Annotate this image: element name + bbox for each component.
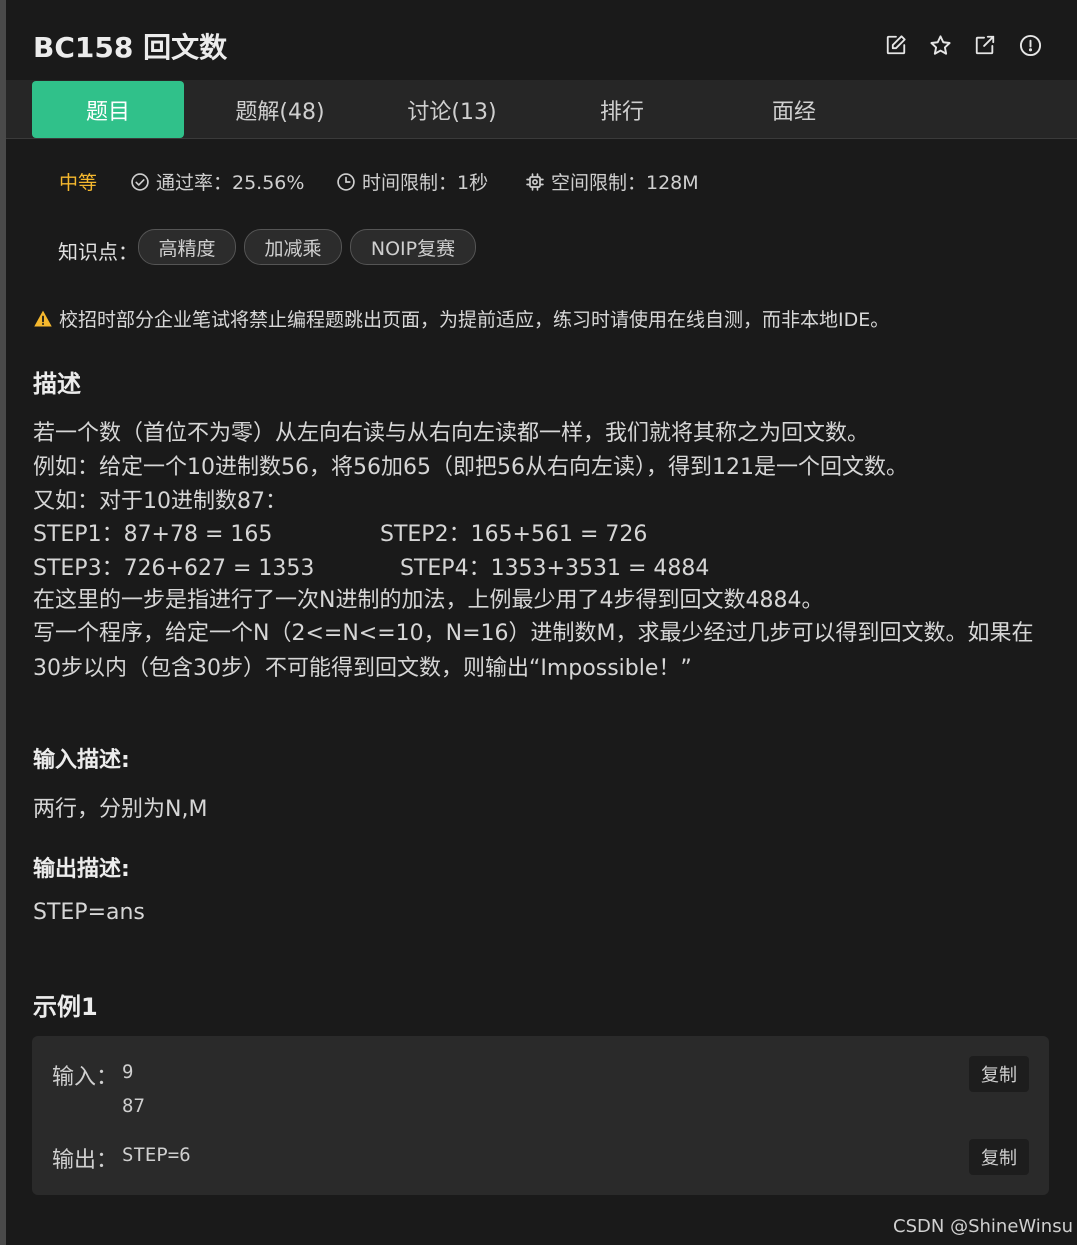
edit-icon[interactable] [883,32,909,58]
tag-arithmetic[interactable]: 加减乘 [244,229,342,265]
time-limit: 时间限制：1秒 [336,168,488,195]
example-input-line-1: 9 [122,1061,134,1083]
description-step-2: STEP2：165+561 = 726 [380,522,648,547]
description-line-2: 例如：给定一个10进制数56，将56加65（即把56从右向左读），得到121是一… [33,455,908,480]
example-box: 输入： 9 87 复制 输出： STEP=6 复制 [32,1036,1049,1195]
input-description-title: 输入描述: [33,748,130,773]
tag-high-precision[interactable]: 高精度 [138,229,236,265]
example-output-value: STEP=6 [122,1144,191,1166]
clock-icon [336,172,356,192]
tab-interview[interactable]: 面经 [718,81,870,138]
warning-icon [33,309,53,329]
copy-input-button[interactable]: 复制 [969,1056,1029,1092]
star-icon[interactable] [927,32,953,58]
tab-problem[interactable]: 题目 [32,81,184,138]
problem-title: BC158 回文数 [33,31,228,64]
description-line-1: 若一个数（首位不为零）从左向右读与从右向左读都一样，我们就将其称之为回文数。 [33,421,870,446]
output-description-text: STEP=ans [33,900,145,925]
description-step-4: STEP4：1353+3531 = 4884 [400,556,710,581]
example-title: 示例1 [33,993,98,1021]
description-line-3: 又如：对于10进制数87： [33,489,287,514]
time-limit-text: 时间限制：1秒 [362,172,489,194]
check-circle-icon [130,172,150,192]
tab-solutions[interactable]: 题解(48) [204,81,356,138]
tag-noip[interactable]: NOIP复赛 [350,229,476,265]
problem-panel: BC158 回文数 题目 题解(48) 讨论(13) 排行 面经 中等 通过率：… [6,0,1077,1245]
space-limit: 空间限制：128M [525,168,699,195]
warning-text: 校招时部分企业笔试将禁止编程题跳出页面，为提前适应，练习时请使用在线自测，而非本… [59,309,890,331]
report-icon[interactable] [1017,32,1043,58]
tab-discussion[interactable]: 讨论(13) [376,81,528,138]
description-step-3: STEP3：726+627 = 1353 [33,556,315,581]
anti-cheat-warning: 校招时部分企业笔试将禁止编程题跳出页面，为提前适应，练习时请使用在线自测，而非本… [33,305,889,332]
description-title: 描述 [33,370,81,398]
description-line-5: 在这里的一步是指进行了一次N进制的加法，上例最少用了4步得到回文数4884。 [33,588,824,613]
example-output-label: 输出： [52,1148,119,1173]
pass-rate-text: 通过率：25.56% [156,172,305,194]
share-icon[interactable] [972,32,998,58]
description-line-6: 写一个程序，给定一个N（2<=N<=10，N=16）进制数M，求最少经过几步可以… [33,621,1034,646]
copy-output-button[interactable]: 复制 [969,1139,1029,1175]
description-line-7: 30步以内（包含30步）不可能得到回文数，则输出“Impossible！” [33,656,692,681]
problem-header: BC158 回文数 [6,0,1077,80]
tab-bar: 题目 题解(48) 讨论(13) 排行 面经 [6,80,1077,139]
chip-icon [525,172,545,192]
example-input-label: 输入： [52,1065,119,1090]
output-description-title: 输出描述: [33,857,130,882]
knowledge-label: 知识点： [58,240,138,264]
space-limit-text: 空间限制：128M [551,172,699,194]
csdn-watermark: CSDN @ShineWinsu [893,1216,1073,1237]
tab-ranking[interactable]: 排行 [546,81,698,138]
input-description-text: 两行，分别为N,M [33,797,208,822]
difficulty-label: 中等 [59,172,98,194]
example-input-line-2: 87 [122,1095,145,1117]
pass-rate: 通过率：25.56% [130,168,304,195]
description-step-1: STEP1：87+78 = 165 [33,522,273,547]
